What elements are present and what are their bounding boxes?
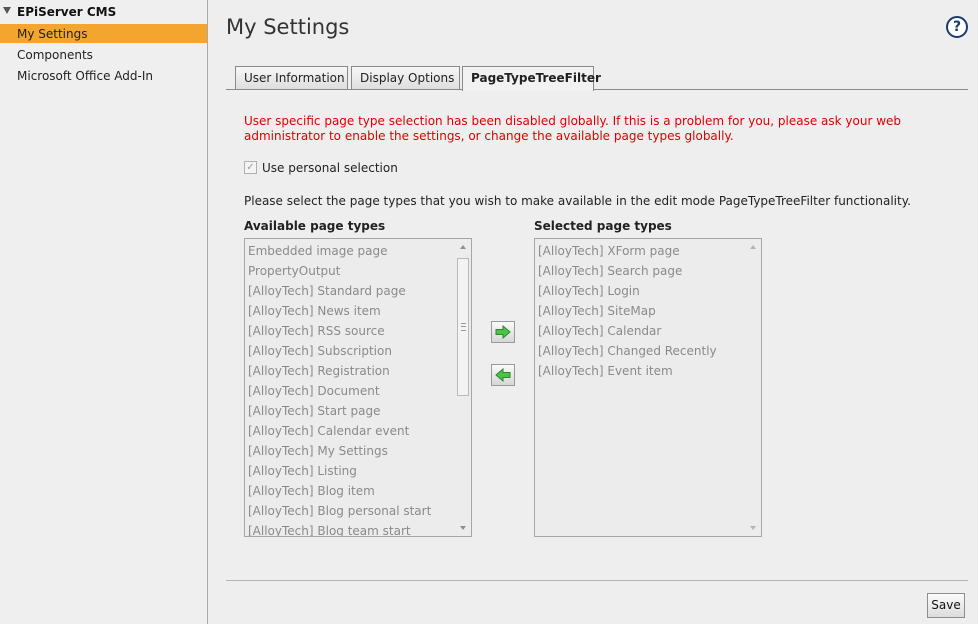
list-item[interactable]: [AlloyTech] News item	[248, 301, 455, 321]
scroll-down-icon[interactable]	[750, 526, 756, 530]
scroll-up-icon[interactable]	[750, 245, 756, 249]
sidebar-item-office-add-in[interactable]: Microsoft Office Add-In	[0, 66, 207, 85]
list-item[interactable]: [AlloyTech] Calendar event	[248, 421, 455, 441]
list-item[interactable]: [AlloyTech] Blog team start	[248, 521, 455, 536]
list-item[interactable]: [AlloyTech] Registration	[248, 361, 455, 381]
list-item[interactable]: [AlloyTech] Event item	[538, 361, 745, 381]
list-item[interactable]: [AlloyTech] Calendar	[538, 321, 745, 341]
list-item[interactable]: [AlloyTech] SiteMap	[538, 301, 745, 321]
remove-page-type-button[interactable]	[491, 364, 515, 386]
scroll-up-icon[interactable]	[460, 245, 466, 249]
list-item[interactable]: [AlloyTech] Login	[538, 281, 745, 301]
tree-root-label: EPiServer CMS	[17, 5, 117, 19]
tab-divider	[226, 89, 968, 90]
arrow-right-icon	[495, 325, 511, 339]
list-item[interactable]: [AlloyTech] Start page	[248, 401, 455, 421]
list-item[interactable]: [AlloyTech] Document	[248, 381, 455, 401]
list-item[interactable]: [AlloyTech] XForm page	[538, 241, 745, 261]
save-button[interactable]: Save	[927, 593, 965, 618]
add-page-type-button[interactable]	[491, 321, 515, 343]
list-item[interactable]: [AlloyTech] Search page	[538, 261, 745, 281]
error-message: User specific page type selection has be…	[244, 114, 902, 143]
sidebar-item-my-settings[interactable]: My Settings	[0, 24, 207, 43]
sidebar-item-label: My Settings	[17, 27, 88, 41]
scrollbar[interactable]	[746, 239, 761, 536]
tab-display-options[interactable]: Display Options	[351, 66, 460, 89]
help-icon[interactable]: ?	[946, 16, 968, 38]
scroll-thumb[interactable]	[457, 258, 469, 396]
available-page-types-list[interactable]: Embedded image page PropertyOutput [AlloyT…	[244, 238, 472, 537]
instruction-text: Please select the page types that you wi…	[244, 194, 911, 208]
sidebar-item-components[interactable]: Components	[0, 45, 207, 64]
list-item[interactable]: [AlloyTech] Subscription	[248, 341, 455, 361]
chevron-down-icon[interactable]	[3, 7, 11, 14]
list-item[interactable]: [AlloyTech] Blog personal start	[248, 501, 455, 521]
arrow-left-icon	[495, 368, 511, 382]
tree-root-episerver-cms[interactable]: EPiServer CMS	[0, 3, 207, 21]
sidebar-item-label: Microsoft Office Add-In	[17, 69, 153, 83]
page-title: My Settings	[226, 15, 350, 39]
tab-pagetypetreefilter[interactable]: PageTypeTreeFilter	[462, 66, 601, 91]
scroll-down-icon[interactable]	[460, 526, 466, 530]
list-item[interactable]: Embedded image page	[248, 241, 455, 261]
list-item[interactable]: [AlloyTech] RSS source	[248, 321, 455, 341]
list-item[interactable]: [AlloyTech] Listing	[248, 461, 455, 481]
list-item[interactable]: [AlloyTech] Changed Recently	[538, 341, 745, 361]
scrollbar[interactable]	[456, 239, 471, 536]
grip-icon	[461, 323, 466, 331]
sidebar: EPiServer CMS My Settings Components Mic…	[0, 0, 208, 624]
footer-divider	[226, 580, 968, 581]
tab-user-information[interactable]: User Information	[235, 66, 348, 89]
selected-list-title: Selected page types	[534, 219, 672, 233]
available-list-title: Available page types	[244, 219, 386, 233]
list-item[interactable]: [AlloyTech] My Settings	[248, 441, 455, 461]
list-item[interactable]: PropertyOutput	[248, 261, 455, 281]
list-item[interactable]: [AlloyTech] Standard page	[248, 281, 455, 301]
selected-page-types-list[interactable]: [AlloyTech] XForm page [AlloyTech] Search…	[534, 238, 762, 537]
sidebar-item-label: Components	[17, 48, 93, 62]
use-personal-selection-checkbox[interactable]: ✓	[244, 161, 257, 174]
checkbox-label: Use personal selection	[262, 161, 398, 175]
list-item[interactable]: [AlloyTech] Blog item	[248, 481, 455, 501]
